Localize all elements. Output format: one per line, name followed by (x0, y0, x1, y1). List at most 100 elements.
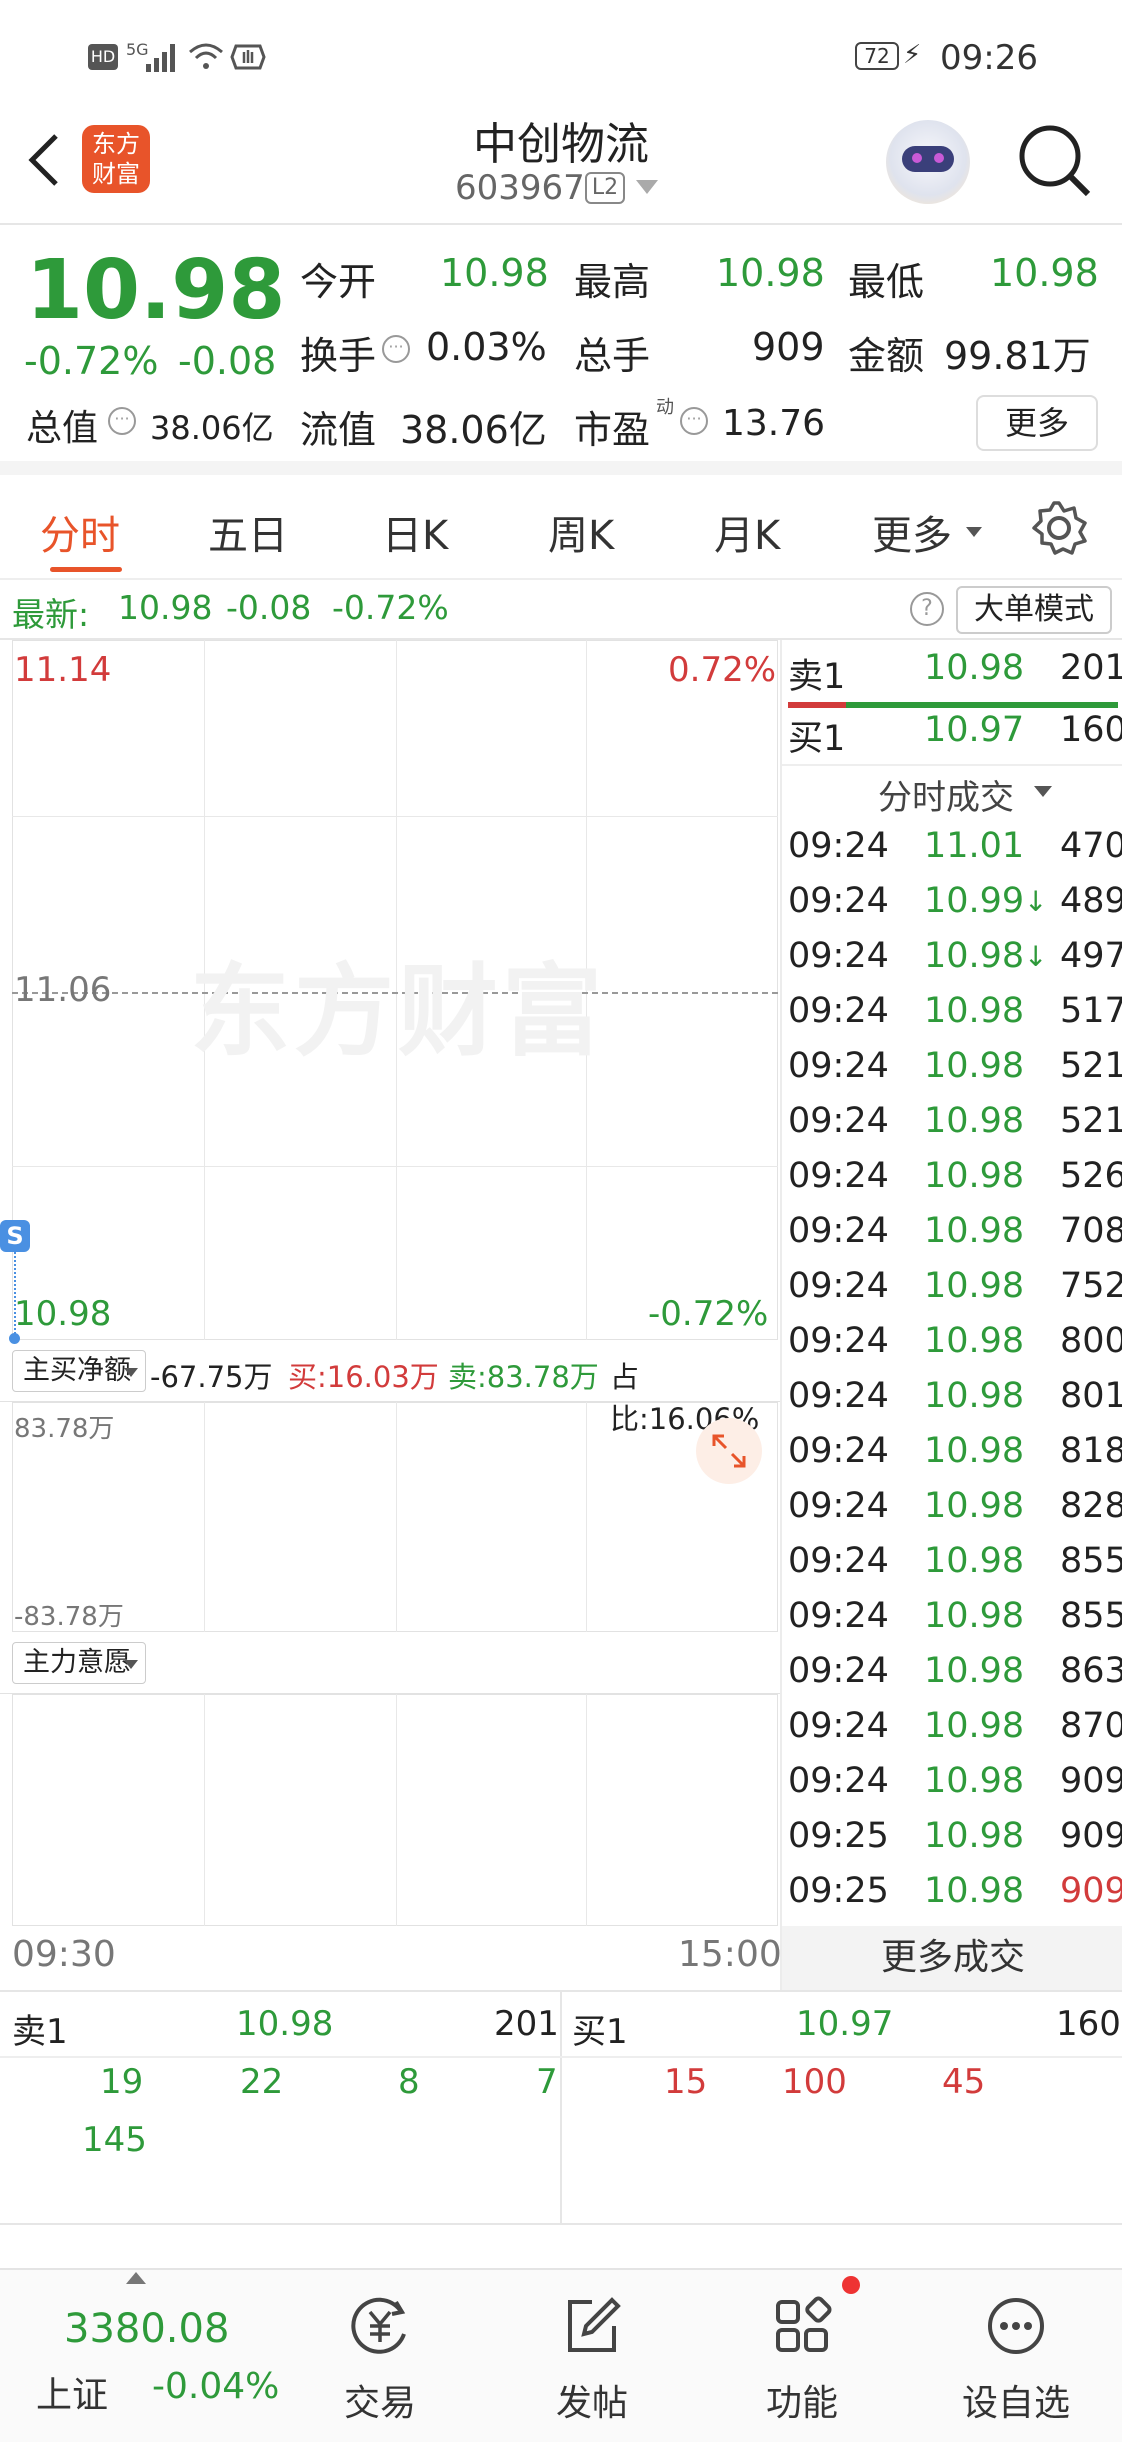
tick-price: 10.99 (924, 881, 1025, 921)
ob-sell-label: 卖1 (12, 2012, 68, 2052)
tick-volume: 470 (1060, 826, 1122, 866)
tick-row: 09:24 10.98 521 (788, 1046, 1122, 1101)
tab-active-underline (50, 567, 122, 572)
sub1-axis-bottom: -83.78万 (14, 1602, 124, 1632)
robot-eye-right (934, 153, 944, 163)
sell-buy-ratio-bar (788, 702, 1118, 708)
sub1-sell-value: 卖:83.78万 (448, 1360, 599, 1394)
buy1-row[interactable]: 买1 10.97 160 (788, 710, 1122, 765)
tab-weekly-k[interactable]: 周K (548, 503, 614, 561)
nav-trade[interactable]: 交易 (300, 2270, 460, 2444)
stat-label-volume: 总手 (574, 334, 651, 378)
tick-time: 09:24 (788, 1706, 889, 1746)
tick-row: 09:24 11.01 470 (788, 826, 1122, 881)
caret-down-icon[interactable] (1034, 786, 1052, 798)
tick-volume: 909 (1060, 1871, 1122, 1911)
tick-time: 09:24 (788, 1211, 889, 1251)
tick-arrow-icon: ↓ (1024, 940, 1048, 973)
tick-time: 09:25 (788, 1871, 889, 1911)
expand-icon (712, 1434, 746, 1468)
tick-row: 09:24 10.98 909 (788, 1761, 1122, 1816)
help-icon[interactable]: ? (910, 592, 944, 626)
nav-label: 功能 (765, 2383, 838, 2424)
stat-value-pe: 13.76 (722, 403, 826, 444)
pct-axis-max: 0.72% (668, 650, 777, 690)
nav-add-watchlist[interactable]: 设自选 (936, 2270, 1096, 2444)
wifi-icon (189, 43, 223, 69)
tick-time: 09:24 (788, 1431, 889, 1471)
time-axis-start: 09:30 (12, 1934, 116, 1975)
caret-down-icon[interactable] (966, 527, 982, 539)
tab-more[interactable]: 更多 (872, 503, 952, 561)
ticks-title[interactable]: 分时成交 (878, 770, 1014, 819)
nav-post[interactable]: 发帖 (512, 2270, 672, 2444)
tick-volume: 526 (1060, 1156, 1122, 1196)
stock-code[interactable]: 603967 (455, 168, 585, 208)
index-price: 3380.08 (64, 2306, 230, 2352)
more-ticks-button[interactable]: 更多成交 (782, 1926, 1122, 1990)
latest-pct: -0.72% (332, 588, 449, 627)
tick-row: 09:24 10.98 863 (788, 1651, 1122, 1706)
tick-row: 09:25 10.98 909 (788, 1871, 1122, 1926)
tab-intraday[interactable]: 分时 (40, 503, 120, 561)
gear-icon[interactable] (1030, 499, 1088, 557)
info-icon[interactable]: ··· (680, 407, 708, 435)
ob-sell-queue-item: 7 (536, 2062, 558, 2102)
sub1-buy-value: 买:16.03万 (288, 1360, 439, 1394)
expand-button[interactable] (696, 1418, 762, 1484)
change-pct: -0.72% (24, 339, 159, 383)
tab-monthly-k[interactable]: 月K (714, 503, 780, 561)
index-widget[interactable]: 3380.08 上证 -0.04% (0, 2270, 300, 2444)
info-icon[interactable]: ··· (108, 407, 136, 435)
quote-panel: 10.98 -0.72% -0.08 今开 10.98 最高 10.98 最低 … (0, 225, 1122, 475)
tab-five-day[interactable]: 五日 (208, 503, 288, 561)
nav-label: 设自选 (961, 2383, 1070, 2424)
robot-avatar[interactable] (886, 120, 970, 204)
tick-price: 10.98 (924, 1816, 1025, 1856)
caret-down-icon[interactable] (636, 180, 658, 196)
caret-down-icon[interactable] (124, 1368, 138, 1378)
caret-down-icon[interactable] (124, 1660, 138, 1670)
app-header: 东方 财富 中创物流 603967 L2 (0, 100, 1122, 225)
buy1-volume: 160 (1060, 710, 1122, 750)
pct-axis-min: -0.72% (648, 1294, 769, 1334)
sub1-axis-top: 83.78万 (14, 1414, 115, 1444)
stat-value-low: 10.98 (990, 251, 1099, 295)
hd-icon: HD (88, 44, 118, 70)
tick-volume: 752 (1060, 1266, 1122, 1306)
sell1-row[interactable]: 卖1 10.98 201 (788, 648, 1122, 703)
tick-volume: 909 (1060, 1761, 1122, 1801)
nav-functions[interactable]: 功能 (722, 2270, 882, 2444)
tab-daily-k[interactable]: 日K (382, 503, 448, 561)
tick-price: 10.98 (924, 1431, 1025, 1471)
grid-line (12, 1166, 778, 1167)
big-order-mode-button[interactable]: 大单模式 (956, 586, 1112, 634)
intraday-chart[interactable]: 东方财富 11.14 0.72% 11.06 10.98 -0.72% S 主买… (0, 640, 782, 1990)
ob-sell-price: 10.98 (236, 2004, 334, 2044)
stat-value-mktcap: 38.06亿 (150, 409, 274, 447)
nav-label: 交易 (343, 2383, 416, 2424)
info-icon[interactable]: ··· (382, 335, 410, 363)
stat-value-float: 38.06亿 (400, 408, 547, 452)
tick-price: 10.98 (924, 1321, 1025, 1361)
tick-volume: 517 (1060, 991, 1122, 1031)
ob-buy-label: 买1 (572, 2012, 628, 2052)
tick-volume: 521 (1060, 1046, 1122, 1086)
tick-volume: 801 (1060, 1376, 1122, 1416)
tick-volume: 497 (1060, 936, 1122, 976)
tick-price: 10.98 (924, 991, 1025, 1031)
level-badge[interactable]: L2 (585, 172, 625, 204)
stat-label-high: 最高 (574, 260, 651, 304)
more-stats-button[interactable]: 更多 (976, 395, 1098, 451)
latest-price: 10.98 (118, 588, 213, 627)
ob-sell-queue-item: 22 (240, 2062, 284, 2102)
s-marker[interactable]: S (0, 1220, 30, 1252)
tick-time: 09:24 (788, 1101, 889, 1141)
search-icon[interactable] (1016, 122, 1092, 198)
tick-time: 09:24 (788, 1761, 889, 1801)
tick-price: 10.98 (924, 1871, 1025, 1911)
clock: 09:26 (940, 38, 1038, 78)
panel-divider (782, 764, 1122, 766)
trade-yen-icon (351, 2297, 406, 2354)
sell1-label: 卖1 (788, 657, 846, 697)
